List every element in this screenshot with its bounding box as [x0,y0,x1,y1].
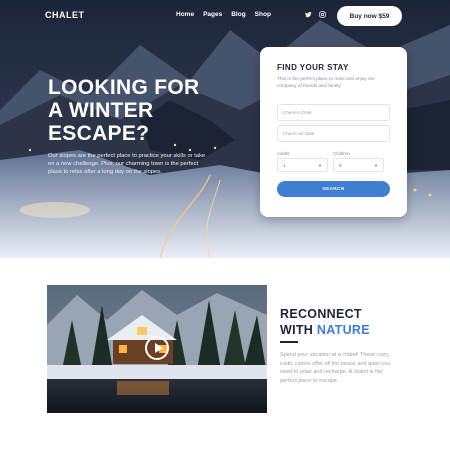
nav-links: Home Pages Blog Shop [176,11,271,18]
hero-title: LOOKING FOR A WINTER ESCAPE? [48,76,228,145]
search-button[interactable]: SEARCH [277,181,390,197]
instagram-icon[interactable] [319,11,326,18]
check-in-field[interactable]: Check-in Date [277,104,390,121]
hero-description: Our slopes are the perfect place to prac… [48,153,206,175]
about-title-line-2: WITH NATURE [280,322,370,338]
title-divider [280,341,298,343]
booking-description: This is the perfect place to relax and e… [277,77,375,89]
logo[interactable]: CHALET [45,10,85,20]
adults-label: Adults [277,151,290,156]
nav-pages[interactable]: Pages [203,11,222,18]
twitter-icon[interactable] [305,11,312,18]
adults-select[interactable]: 1 ▼ [277,158,328,172]
booking-title: FIND YOUR STAY [277,63,349,72]
about-title-prefix: WITH [280,323,317,337]
about-description: Spend your vacation at a chalet! These c… [280,352,391,384]
nav-home[interactable]: Home [176,11,194,18]
hero-title-line-2: A WINTER [48,99,154,122]
about-title-accent: NATURE [316,323,370,337]
check-out-field[interactable]: Check-out Date [277,125,390,142]
about-title: RECONNECT WITH NATURE [280,306,370,338]
children-select[interactable]: 0 ▼ [333,158,384,172]
children-label: Children [333,151,350,156]
buy-now-button[interactable]: Buy now $59 [337,6,402,26]
nav-blog[interactable]: Blog [231,11,245,18]
top-navbar: CHALET Home Pages Blog Shop Buy now $59 [0,0,450,32]
nav-shop[interactable]: Shop [255,11,271,18]
play-icon [155,343,163,353]
children-value: 0 [339,162,342,168]
chevron-down-icon: ▼ [374,163,378,168]
chevron-down-icon: ▼ [318,163,322,168]
hero-title-line-1: LOOKING FOR [48,76,200,99]
about-title-line-1: RECONNECT [280,307,362,321]
play-button[interactable] [145,336,169,360]
hero-title-line-3: ESCAPE? [48,122,150,145]
adults-value: 1 [283,162,286,168]
